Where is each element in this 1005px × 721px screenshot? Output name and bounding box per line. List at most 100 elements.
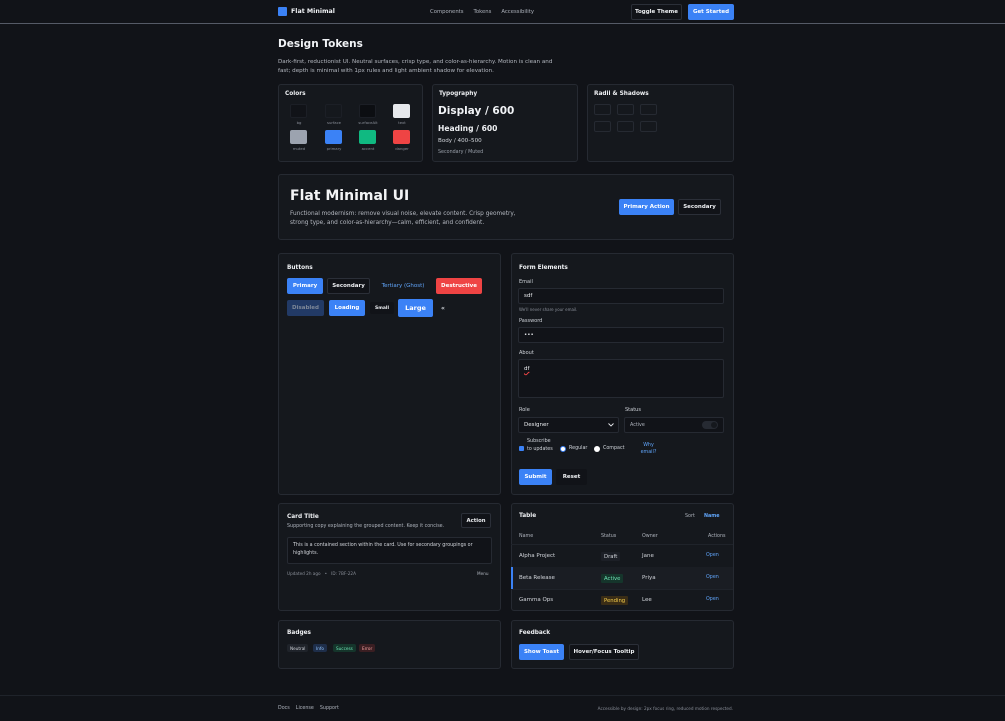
- large-button[interactable]: Large: [398, 299, 433, 317]
- badge-info: Info: [313, 644, 327, 652]
- shadow-sample-3: [640, 121, 657, 132]
- brand[interactable]: Flat Minimal: [278, 7, 335, 16]
- subscribe-label: Subscribe to updates: [527, 439, 553, 452]
- hero-primary-action-button[interactable]: Primary Action: [619, 199, 674, 215]
- nav-link-accessibility[interactable]: Accessibility: [501, 9, 534, 15]
- about-label: About: [519, 350, 534, 356]
- card-meta-separator: •: [324, 571, 328, 576]
- email-hint: We'll never share your email.: [519, 307, 578, 312]
- table-title: Table: [519, 513, 537, 519]
- footer-link-license[interactable]: License: [296, 706, 314, 711]
- about-textarea[interactable]: df: [518, 359, 724, 398]
- th-actions: Actions: [708, 534, 726, 539]
- table-cell-owner: Lee: [642, 597, 652, 603]
- table-cell-owner: Jane: [642, 553, 654, 559]
- card-meta: Updated 2h ago • ID: 7BF-22A: [287, 571, 356, 576]
- secondary-button[interactable]: Secondary: [327, 278, 370, 294]
- role-select[interactable]: Designer: [518, 417, 619, 433]
- reset-button[interactable]: Reset: [556, 469, 587, 485]
- th-status: Status: [601, 534, 617, 539]
- tertiary-ghost-button[interactable]: Tertiary (Ghost): [375, 278, 431, 294]
- hero-secondary-button[interactable]: Secondary: [678, 199, 721, 215]
- page-title: Design Tokens: [278, 38, 363, 50]
- footer-link-docs[interactable]: Docs: [278, 706, 290, 711]
- buttons-title: Buttons: [287, 265, 313, 271]
- table-cell-name: Gamma Ops: [519, 597, 554, 603]
- example-card-subtitle: Supporting copy explaining the grouped c…: [287, 524, 445, 529]
- nav-link-components[interactable]: Components: [430, 9, 464, 15]
- typography-title: Typography: [439, 91, 478, 97]
- swatch-label: accent: [361, 146, 375, 151]
- status-badge: Pending: [601, 596, 629, 605]
- icon-button[interactable]: «: [437, 302, 449, 314]
- get-started-button[interactable]: Get Started: [688, 4, 734, 20]
- compact-radio-label: Compact: [603, 446, 625, 451]
- small-button[interactable]: Small: [370, 302, 394, 314]
- toggle-theme-button[interactable]: Toggle Theme: [631, 4, 682, 20]
- colors-title: Colors: [285, 91, 306, 97]
- swatch-label: danger: [395, 146, 409, 151]
- shadow-sample-2: [617, 121, 634, 132]
- tooltip-button[interactable]: Hover/Focus Tooltip: [569, 644, 639, 660]
- loading-button[interactable]: Loading: [329, 300, 365, 316]
- nav-link-tokens[interactable]: Tokens: [474, 9, 492, 15]
- form-title: Form Elements: [519, 265, 568, 271]
- password-value: •••: [524, 332, 534, 338]
- why-email-link[interactable]: Why email?: [640, 442, 657, 456]
- swatch-primary: [325, 130, 342, 144]
- show-toast-button[interactable]: Show Toast: [519, 644, 564, 660]
- chevron-down-icon: [608, 423, 614, 427]
- swatch-label: muted: [292, 146, 306, 151]
- email-label: Email: [519, 279, 533, 285]
- feedback-title: Feedback: [519, 630, 551, 636]
- swatch-label: bg: [296, 120, 302, 125]
- footer-note: Accessible by design: 2px focus ring, re…: [597, 706, 733, 711]
- primary-button[interactable]: Primary: [287, 278, 323, 294]
- submit-button[interactable]: Submit: [519, 469, 552, 485]
- example-card-title: Card Title: [287, 514, 319, 520]
- radius-sample-3: [640, 104, 657, 115]
- typography-display-sample: Display / 600: [438, 105, 515, 117]
- typography-muted-sample: Secondary / Muted: [438, 150, 484, 155]
- status-switch[interactable]: [702, 421, 718, 429]
- table-open-link[interactable]: Open: [706, 575, 719, 580]
- badges-card: [278, 620, 501, 669]
- regular-radio[interactable]: [560, 446, 566, 452]
- swatch-accent: [359, 130, 376, 144]
- sort-select[interactable]: Name: [704, 514, 720, 519]
- destructive-button[interactable]: Destructive: [436, 278, 482, 294]
- sort-label: Sort: [685, 514, 695, 519]
- password-label: Password: [519, 318, 543, 324]
- swatch-label: surface: [326, 120, 342, 125]
- badge-success: Success: [333, 644, 356, 652]
- status-badge: Draft: [601, 552, 621, 561]
- table-open-link[interactable]: Open: [706, 553, 719, 558]
- about-value: df: [524, 366, 530, 372]
- email-field[interactable]: sdf: [518, 288, 724, 304]
- table-cell-owner: Priya: [642, 575, 656, 581]
- th-owner: Owner: [642, 534, 658, 539]
- compact-radio[interactable]: [594, 446, 600, 452]
- page-description: Dark-first, reductionist UI. Neutral sur…: [278, 59, 553, 74]
- table-open-link[interactable]: Open: [706, 597, 719, 602]
- card-meta-updated: Updated 2h ago: [287, 571, 321, 576]
- status-label: Status: [625, 407, 641, 413]
- radius-sample-1: [594, 104, 611, 115]
- brand-logo-icon: [278, 7, 287, 16]
- badge-neutral: Neutral: [287, 644, 309, 652]
- password-field[interactable]: •••: [518, 327, 724, 343]
- swatch-label: surfaceAlt: [358, 120, 378, 125]
- th-name: Name: [519, 534, 534, 539]
- switch-knob-icon: [711, 422, 717, 428]
- table-cell-name: Alpha Project: [519, 553, 556, 559]
- footer-links: Docs License Support: [278, 706, 345, 711]
- swatch-danger: [393, 130, 410, 144]
- footer-divider: [0, 695, 1005, 696]
- footer-link-support[interactable]: Support: [320, 706, 339, 711]
- role-label: Role: [519, 407, 530, 413]
- card-action-button[interactable]: Action: [461, 513, 491, 528]
- disabled-button[interactable]: Disabled: [287, 300, 324, 316]
- subscribe-checkbox[interactable]: [519, 446, 524, 451]
- card-menu-button[interactable]: Menu: [477, 571, 489, 576]
- radii-title: Radii & Shadows: [594, 91, 649, 97]
